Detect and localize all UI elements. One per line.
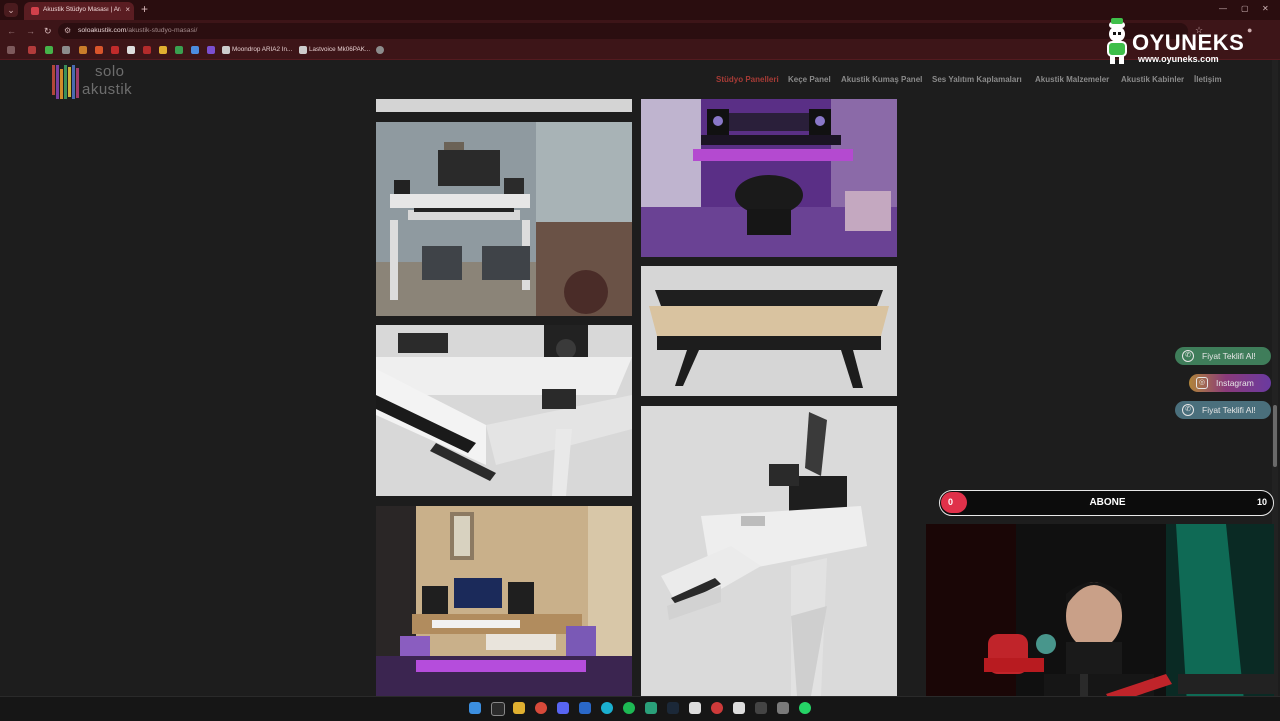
gallery-image-white-piano-desk[interactable] — [376, 325, 632, 496]
gallery-image-corner-desk[interactable] — [641, 406, 897, 696]
instagram-icon: ◎ — [1196, 377, 1208, 389]
gallery-image-purple-studio[interactable] — [641, 99, 897, 257]
reload-icon[interactable]: ↻ — [44, 26, 52, 37]
x-icon[interactable] — [127, 46, 135, 54]
forward-icon[interactable]: → — [26, 26, 35, 36]
nav-kece-panel[interactable]: Keçe Panel — [788, 75, 831, 84]
brand-url: www.oyuneks.com — [1138, 54, 1219, 64]
whatsapp-app-icon[interactable] — [799, 702, 811, 714]
search-icon[interactable] — [491, 702, 505, 716]
nav-ses-yalitim[interactable]: Ses Yalıtım Kaplamaları — [932, 75, 1022, 84]
app-icon[interactable] — [777, 702, 789, 714]
file-explorer-icon[interactable] — [513, 702, 525, 714]
gallery-image-wood-studio[interactable] — [376, 506, 632, 696]
bookmark-icon[interactable] — [79, 46, 87, 54]
nav-akustik-malzemeler[interactable]: Akustik Malzemeler — [1035, 75, 1109, 84]
brand-name: OYUNEKS — [1132, 30, 1245, 55]
tab-close-button[interactable]: × — [125, 5, 130, 14]
bookmark-lastvoice[interactable]: Lastvoice Mk06PAK... — [309, 46, 370, 53]
phone-icon: ✆ — [1182, 404, 1194, 416]
gallery-image-white-desk-room[interactable] — [376, 122, 632, 316]
app-icon[interactable] — [733, 702, 745, 714]
spotify-icon[interactable] — [623, 702, 635, 714]
nav-akustik-kabinler[interactable]: Akustik Kabinler — [1121, 75, 1184, 84]
instagram-button[interactable]: ◎ Instagram — [1189, 374, 1271, 392]
logo-word-akustik: akustik — [82, 81, 133, 98]
gallery-image-wood-desk[interactable] — [641, 266, 897, 396]
site-logo[interactable]: solo akustik — [52, 63, 152, 99]
tab-active[interactable]: Akustik Stüdyo Masası | Aranjö × — [24, 2, 134, 20]
back-icon[interactable]: ← — [7, 26, 16, 36]
bookmark-icon[interactable] — [299, 46, 307, 54]
bookmark-icon[interactable] — [376, 46, 384, 54]
bookmark-icon[interactable] — [191, 46, 199, 54]
site-favicon-icon — [31, 7, 39, 15]
tab-strip: ⌄ Akustik Stüdyo Masası | Aranjö × + — ▢… — [0, 0, 1280, 20]
scrollbar-thumb[interactable] — [1273, 405, 1277, 467]
subscriber-label: ABONE — [1089, 497, 1126, 508]
bookmark-icon[interactable] — [207, 46, 215, 54]
site-info-icon[interactable]: ⚙ — [64, 26, 71, 35]
phone-quote-button[interactable]: ✆ Fiyat Teklifi Al! — [1175, 401, 1271, 419]
bookmark-icon[interactable] — [222, 46, 230, 54]
gallery-image[interactable] — [376, 99, 632, 112]
subscriber-goal-bar: 0 ABONE 10 — [939, 490, 1274, 516]
close-window-icon[interactable]: ✕ — [1262, 4, 1269, 13]
bookmark-icon[interactable] — [95, 46, 103, 54]
app-icon[interactable] — [711, 702, 723, 714]
app-icon[interactable] — [601, 702, 613, 714]
bookmark-moondrop[interactable]: Moondrop ARIA2 In... — [232, 46, 292, 53]
webcam-feed — [926, 524, 1274, 720]
bookmark-icon[interactable] — [175, 46, 183, 54]
address-url: soloakustik.com/akustik-studyo-masasi/ — [78, 27, 198, 34]
app-icon[interactable] — [579, 702, 591, 714]
whatsapp-icon: ✆ — [1182, 350, 1194, 362]
bookmark-icon[interactable] — [28, 46, 36, 54]
logo-word-solo: solo — [95, 63, 125, 80]
bookmarks-bar: Moondrop ARIA2 In... Lastvoice Mk06PAK..… — [0, 42, 1280, 60]
app-icon[interactable] — [755, 702, 767, 714]
whatsapp-quote-button[interactable]: ✆ Fiyat Teklifi Al! — [1175, 347, 1271, 365]
address-bar[interactable]: ⚙ soloakustik.com/akustik-studyo-masasi/ — [58, 23, 1188, 39]
tab-title: Akustik Stüdyo Masası | Aranjö — [43, 6, 121, 13]
minimize-icon[interactable]: — — [1219, 4, 1227, 13]
new-tab-button[interactable]: + — [141, 2, 148, 16]
discord-icon[interactable] — [557, 702, 569, 714]
browser-toolbar: ← → ↻ ⚙ soloakustik.com/akustik-studyo-m… — [0, 20, 1280, 42]
bookmark-icon[interactable] — [111, 46, 119, 54]
nav-akustik-kumas-panel[interactable]: Akustik Kumaş Panel — [841, 75, 922, 84]
oyuneks-logo: OYUNEKS www.oyuneks.com — [1102, 18, 1245, 66]
bookmark-icon[interactable] — [45, 46, 53, 54]
windows-taskbar — [0, 696, 1280, 721]
start-icon[interactable] — [469, 702, 481, 714]
tab-search-button[interactable]: ⌄ — [4, 3, 18, 17]
steam-icon[interactable] — [667, 702, 679, 714]
folder-icon[interactable] — [159, 46, 167, 54]
subscriber-goal: 10 — [1256, 497, 1267, 507]
apps-icon[interactable] — [7, 46, 15, 54]
nav-studyo-panelleri[interactable]: Stüdyo Panelleri — [716, 75, 779, 84]
nav-iletisim[interactable]: İletişim — [1194, 75, 1222, 84]
profile-icon[interactable]: ● — [1247, 25, 1252, 35]
chrome-icon[interactable] — [535, 702, 547, 714]
mascot-icon — [1107, 18, 1127, 64]
app-icon[interactable] — [689, 702, 701, 714]
app-icon[interactable] — [645, 702, 657, 714]
bookmark-icon[interactable] — [143, 46, 151, 54]
bookmark-icon[interactable] — [62, 46, 70, 54]
maximize-icon[interactable]: ▢ — [1241, 4, 1249, 13]
